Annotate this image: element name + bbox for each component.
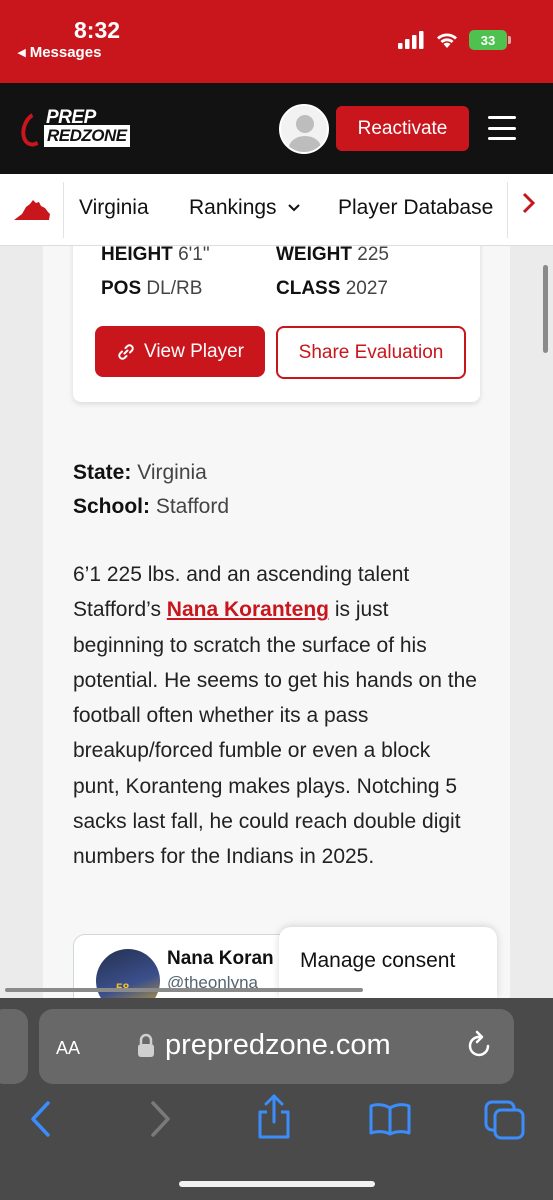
player-name-link[interactable]: Nana Koranteng: [167, 598, 329, 621]
link-icon: [118, 343, 134, 360]
class-value: 2027: [345, 278, 388, 299]
weight-label: WEIGHT: [276, 246, 352, 265]
school-line: School: Stafford: [73, 495, 229, 519]
share-icon[interactable]: [256, 1094, 292, 1140]
nav-divider: [507, 182, 508, 238]
state-label: State:: [73, 461, 132, 484]
nav-item-rankings-label: Rankings: [189, 196, 277, 219]
reactivate-button[interactable]: Reactivate: [336, 106, 469, 151]
status-indicators: 33: [398, 30, 511, 50]
cellular-signal-icon: [398, 31, 424, 49]
back-arrow-icon[interactable]: [28, 1100, 54, 1138]
chevron-down-icon: [288, 204, 301, 212]
state-value: Virginia: [137, 461, 207, 484]
class-stat: CLASS 2027: [276, 278, 388, 300]
horizontal-scrollbar[interactable]: [5, 988, 363, 992]
wifi-icon: [437, 33, 457, 48]
height-label: HEIGHT: [101, 246, 173, 265]
state-line: State: Virginia: [73, 461, 207, 485]
view-player-button[interactable]: View Player: [95, 326, 265, 377]
share-evaluation-button[interactable]: Share Evaluation: [276, 326, 466, 379]
class-label: CLASS: [276, 278, 341, 299]
article-content: HEIGHT 6'1" WEIGHT 225 POS DL/RB CLASS 2…: [43, 246, 510, 998]
state-nav-bar: Virginia Rankings Player Database: [0, 174, 553, 246]
reload-icon[interactable]: [466, 1030, 494, 1060]
weight-value: 225: [357, 246, 389, 265]
nav-item-rankings[interactable]: Rankings: [189, 196, 301, 220]
school-label: School:: [73, 495, 150, 518]
weight-stat: WEIGHT 225: [276, 246, 389, 266]
prep-redzone-logo[interactable]: PREP REDZONE: [16, 107, 148, 151]
menu-icon[interactable]: [488, 116, 516, 140]
previous-tab-preview[interactable]: [0, 1009, 28, 1084]
battery-icon: 33: [469, 30, 511, 50]
position-label: POS: [101, 278, 142, 299]
height-value: 6'1": [178, 246, 210, 265]
status-time: 8:32: [74, 17, 121, 43]
position-value: DL/RB: [146, 278, 203, 299]
virginia-state-icon: [14, 200, 50, 220]
vertical-scrollbar[interactable]: [543, 265, 548, 353]
back-to-messages-link[interactable]: ◂ Messages: [18, 43, 101, 61]
reader-options-button[interactable]: AA: [56, 1030, 80, 1061]
player-card: HEIGHT 6'1" WEIGHT 225 POS DL/RB CLASS 2…: [73, 246, 480, 402]
address-bar[interactable]: AA prepredzone.com: [39, 1009, 514, 1084]
school-value: Stafford: [155, 495, 230, 518]
position-stat: POS DL/RB: [101, 278, 202, 300]
forward-arrow-icon[interactable]: [147, 1100, 173, 1138]
site-header: PREP REDZONE Reactivate: [0, 83, 553, 174]
battery-level: 33: [480, 32, 496, 48]
home-indicator[interactable]: [179, 1181, 375, 1187]
nav-item-player-database[interactable]: Player Database: [338, 196, 493, 220]
bookmarks-icon[interactable]: [368, 1102, 412, 1136]
tabs-icon[interactable]: [484, 1100, 526, 1140]
embed-name: Nana Koran: [167, 948, 274, 969]
status-bar: 8:32 ◂ Messages 33: [0, 0, 553, 83]
nav-divider: [63, 182, 64, 238]
aa-label: AA: [56, 1038, 81, 1058]
chevron-right-icon[interactable]: [522, 192, 536, 214]
logo-text-redzone: REDZONE: [44, 125, 130, 147]
lock-icon: [138, 1033, 154, 1057]
article-paragraph: 6’1 225 lbs. and an ascending talent Sta…: [73, 557, 478, 875]
user-avatar[interactable]: [279, 104, 329, 154]
article-text-after-link: is just beginning to scratch the surface…: [73, 598, 477, 869]
nav-item-virginia[interactable]: Virginia: [79, 196, 149, 220]
height-stat: HEIGHT 6'1": [101, 246, 210, 266]
url-text: prepredzone.com: [165, 1029, 391, 1061]
view-player-label: View Player: [144, 340, 244, 362]
